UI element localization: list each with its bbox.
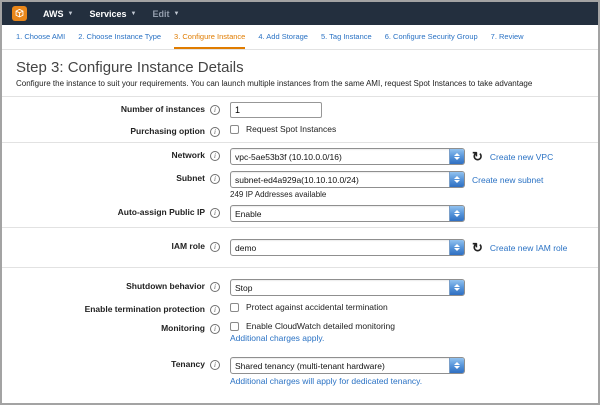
tab-tag-instance[interactable]: 5. Tag Instance — [321, 32, 372, 49]
page-title: Step 3: Configure Instance Details — [2, 50, 598, 79]
dropdown-arrow-icon — [449, 280, 464, 295]
create-new-iam-role-link[interactable]: Create new IAM role — [490, 243, 567, 253]
auto-assign-public-ip-select[interactable]: Enable — [230, 205, 465, 222]
iam-role-value: demo — [231, 240, 449, 255]
tab-add-storage[interactable]: 4. Add Storage — [258, 32, 308, 49]
dropdown-arrow-icon — [449, 149, 464, 164]
dropdown-arrow-icon — [449, 206, 464, 221]
row-shutdown-behavior: Shutdown behavior i Stop — [2, 276, 598, 299]
dropdown-arrow-icon — [449, 240, 464, 255]
divider — [2, 142, 598, 143]
shutdown-behavior-value: Stop — [231, 280, 449, 295]
shutdown-behavior-label: Shutdown behavior — [126, 282, 205, 292]
subnet-select-value: subnet-ed4a929a(10.10.10.0/24) — [231, 172, 449, 187]
number-of-instances-input[interactable] — [230, 102, 322, 118]
info-icon[interactable]: i — [210, 127, 220, 137]
auto-assign-public-ip-value: Enable — [231, 206, 449, 221]
refresh-icon[interactable]: ↻ — [472, 150, 483, 163]
subnet-select[interactable]: subnet-ed4a929a(10.10.10.0/24) — [230, 171, 465, 188]
iam-role-select[interactable]: demo — [230, 239, 465, 256]
row-tenancy: Tenancy i Shared tenancy (multi-tenant h… — [2, 354, 598, 389]
nav-aws-label: AWS — [43, 9, 64, 19]
chevron-down-icon: ▼ — [173, 11, 179, 17]
purchasing-option-label: Purchasing option — [130, 127, 205, 137]
divider — [2, 96, 598, 97]
info-icon[interactable]: i — [210, 360, 220, 370]
ip-addresses-available-note: 249 IP Addresses available — [230, 190, 543, 199]
dropdown-arrow-icon — [449, 172, 464, 187]
monitoring-additional-charges-link[interactable]: Additional charges apply. — [230, 333, 395, 343]
monitoring-checkbox[interactable] — [230, 322, 239, 331]
tenancy-additional-charges-link[interactable]: Additional charges will apply for dedica… — [230, 376, 465, 386]
nav-edit-menu[interactable]: Edit ▼ — [152, 9, 179, 19]
nav-services-menu[interactable]: Services ▼ — [89, 9, 136, 19]
row-monitoring: Monitoring i Enable CloudWatch detailed … — [2, 318, 598, 346]
network-label: Network — [171, 151, 205, 161]
dropdown-arrow-icon — [449, 358, 464, 373]
row-number-of-instances: Number of instances i — [2, 99, 598, 121]
create-new-subnet-link[interactable]: Create new subnet — [472, 175, 543, 185]
tenancy-select[interactable]: Shared tenancy (multi-tenant hardware) — [230, 357, 465, 374]
aws-logo-icon[interactable] — [12, 6, 27, 21]
network-select-value: vpc-5ae53b3f (10.10.0.0/16) — [231, 149, 449, 164]
info-icon[interactable]: i — [210, 305, 220, 315]
nav-aws-menu[interactable]: AWS ▼ — [43, 9, 73, 19]
wizard-steps: 1. Choose AMI 2. Choose Instance Type 3.… — [2, 25, 598, 50]
info-icon[interactable]: i — [210, 282, 220, 292]
nav-services-label: Services — [89, 9, 126, 19]
divider — [2, 227, 598, 228]
divider — [2, 267, 598, 268]
info-icon[interactable]: i — [210, 151, 220, 161]
info-icon[interactable]: i — [210, 105, 220, 115]
top-navbar: AWS ▼ Services ▼ Edit ▼ — [2, 2, 598, 25]
termination-protection-checkbox-label: Protect against accidental termination — [246, 302, 388, 312]
request-spot-instances-label: Request Spot Instances — [246, 124, 336, 134]
iam-role-label: IAM role — [171, 242, 205, 252]
monitoring-label: Monitoring — [161, 324, 205, 334]
page-subtitle: Configure the instance to suit your requ… — [2, 79, 598, 94]
info-icon[interactable]: i — [210, 174, 220, 184]
number-of-instances-label: Number of instances — [121, 105, 205, 115]
tab-choose-ami[interactable]: 1. Choose AMI — [16, 32, 65, 49]
configure-instance-form: Number of instances i Purchasing option … — [2, 96, 598, 389]
info-icon[interactable]: i — [210, 208, 220, 218]
create-new-vpc-link[interactable]: Create new VPC — [490, 152, 553, 162]
tab-choose-instance-type[interactable]: 2. Choose Instance Type — [78, 32, 161, 49]
nav-edit-label: Edit — [152, 9, 169, 19]
request-spot-instances-checkbox[interactable] — [230, 125, 239, 134]
tab-review[interactable]: 7. Review — [491, 32, 524, 49]
info-icon[interactable]: i — [210, 242, 220, 252]
chevron-down-icon: ▼ — [68, 11, 74, 17]
row-auto-assign-public-ip: Auto-assign Public IP i Enable — [2, 202, 598, 225]
chevron-down-icon: ▼ — [131, 11, 137, 17]
tab-configure-security-group[interactable]: 6. Configure Security Group — [385, 32, 478, 49]
termination-protection-label: Enable termination protection — [85, 305, 205, 315]
network-select[interactable]: vpc-5ae53b3f (10.10.0.0/16) — [230, 148, 465, 165]
tenancy-value: Shared tenancy (multi-tenant hardware) — [231, 358, 449, 373]
auto-assign-public-ip-label: Auto-assign Public IP — [118, 208, 205, 218]
monitoring-checkbox-label: Enable CloudWatch detailed monitoring — [246, 321, 395, 331]
row-network: Network i vpc-5ae53b3f (10.10.0.0/16) ↻ … — [2, 145, 598, 168]
info-icon[interactable]: i — [210, 324, 220, 334]
refresh-icon[interactable]: ↻ — [472, 241, 483, 254]
subnet-label: Subnet — [176, 174, 205, 184]
row-purchasing-option: Purchasing option i Request Spot Instanc… — [2, 121, 598, 140]
row-termination-protection: Enable termination protection i Protect … — [2, 299, 598, 318]
tenancy-label: Tenancy — [171, 360, 205, 370]
termination-protection-checkbox[interactable] — [230, 303, 239, 312]
shutdown-behavior-select[interactable]: Stop — [230, 279, 465, 296]
tab-configure-instance[interactable]: 3. Configure Instance — [174, 32, 245, 49]
row-subnet: Subnet i subnet-ed4a929a(10.10.10.0/24) … — [2, 168, 598, 202]
row-iam-role: IAM role i demo ↻ Create new IAM role — [2, 236, 598, 259]
